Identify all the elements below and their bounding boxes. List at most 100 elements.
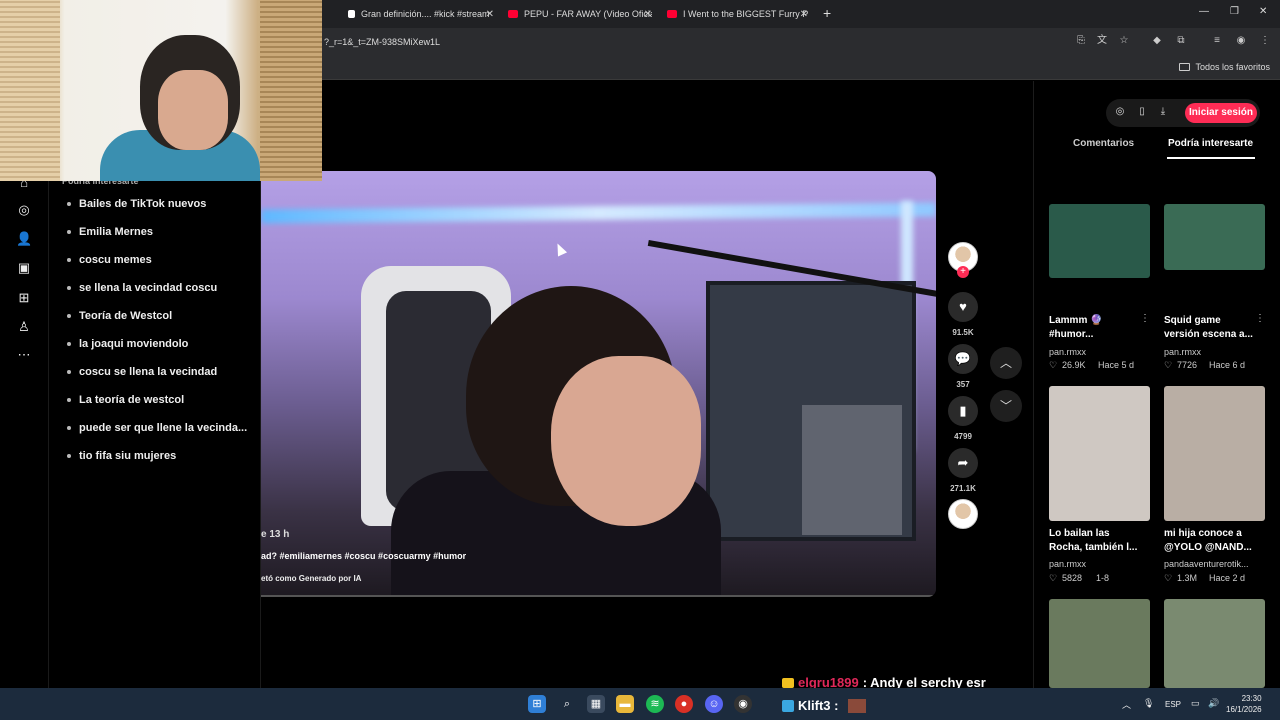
previous-video-button[interactable]: ︿ [990, 347, 1022, 379]
video-thumbnail[interactable] [1049, 386, 1150, 521]
like-count: 91.5K [952, 328, 974, 337]
explore-icon[interactable]: ◎ [16, 202, 32, 218]
live-icon[interactable]: ▣ [16, 260, 32, 276]
close-icon[interactable]: ✕ [644, 9, 652, 20]
obs-icon[interactable]: ◉ [734, 695, 752, 713]
stream-chat-second-line: Klift3 : [782, 698, 867, 713]
download-icon[interactable]: ⤓ [1157, 106, 1169, 117]
card-user[interactable]: pan.rmxx [1164, 347, 1201, 357]
following-icon[interactable]: 👤 [16, 231, 32, 247]
comment-count: 357 [956, 380, 970, 389]
menu-kebab-icon[interactable]: ⋮ [1259, 35, 1271, 47]
profile-icon[interactable]: ◉ [1235, 35, 1247, 47]
suggestion-item[interactable]: Bailes de TikTok nuevos [67, 198, 206, 210]
suggestion-item[interactable]: Teoría de Westcol [67, 310, 172, 322]
video-player[interactable]: e 13 h ad? #emiliamernes #coscu #coscuar… [261, 171, 936, 597]
close-window-icon[interactable]: ✕ [1259, 6, 1267, 17]
video-progress-bar[interactable] [261, 595, 936, 597]
comment-icon: 💬 [954, 351, 972, 366]
more-icon[interactable]: ⋮ [1140, 313, 1150, 324]
suggestion-label: coscu se llena la vecindad [79, 366, 218, 378]
translate-icon[interactable]: 文 [1096, 35, 1108, 47]
login-button[interactable]: Iniciar sesión [1185, 103, 1257, 123]
card-user[interactable]: pan.rmxx [1049, 347, 1086, 357]
more-icon[interactable]: ⋯ [16, 347, 32, 363]
extension-shield-icon[interactable]: ◆ [1151, 35, 1163, 47]
suggestion-item[interactable]: coscu se llena la vecindad [67, 366, 217, 378]
coins-icon[interactable]: ◎ [1114, 106, 1126, 117]
card-title[interactable]: Squid game versión escena a... [1164, 314, 1256, 342]
close-icon[interactable]: ✕ [800, 9, 808, 20]
volume-icon[interactable]: 🔊 [1208, 698, 1219, 709]
more-icon[interactable]: ⋮ [1255, 313, 1265, 324]
card-title[interactable]: mi hija conoce a @YOLO @NAND... [1164, 527, 1256, 555]
card-user[interactable]: pandaaventurerotik... [1164, 559, 1249, 569]
video-thumbnail[interactable] [1164, 204, 1265, 270]
streamer-face [158, 70, 228, 150]
tab-comments[interactable]: Comentarios [1073, 138, 1134, 149]
card-user[interactable]: pan.rmxx [1049, 559, 1086, 569]
tab-title: PEPU - FAR AWAY (Video Oficial [524, 9, 652, 19]
suggestion-item[interactable]: la joaqui moviendolo [67, 338, 188, 350]
suggestion-item[interactable]: Emilia Mernes [67, 226, 153, 238]
clock-date: 16/1/2026 [1226, 705, 1262, 714]
tab-recommended[interactable]: Podría interesarte [1168, 138, 1253, 149]
follow-plus-icon[interactable]: + [957, 266, 969, 278]
start-icon[interactable]: ⊞ [528, 695, 546, 713]
url-text[interactable]: ?_r=1&_t=ZM-938SMiXew1L [324, 37, 440, 47]
profile-icon[interactable]: ♙ [16, 319, 32, 335]
card-heart-icon: ♡ [1164, 360, 1173, 370]
suggestion-item[interactable]: La teoría de westcol [67, 394, 184, 406]
chat-badge-icon [782, 677, 794, 688]
next-video-button[interactable]: ﹀ [990, 390, 1022, 422]
suggestion-label: puede ser que llene la vecinda... [79, 422, 248, 434]
device-icon[interactable]: ▯ [1136, 106, 1148, 117]
microphone-icon[interactable]: 🎙 [1143, 698, 1154, 709]
spotify-icon[interactable]: ≋ [646, 695, 664, 713]
suggestion-label: Bailes de TikTok nuevos [79, 198, 207, 210]
sound-avatar[interactable] [948, 499, 978, 529]
video-thumbnail[interactable] [1049, 599, 1150, 688]
card-likes: 5828 [1062, 573, 1083, 583]
share-button[interactable]: ➦ [948, 448, 978, 478]
all-bookmarks-button[interactable]: Todos los favoritos [1179, 62, 1270, 72]
suggestion-item[interactable]: tio fifa siu mujeres [67, 450, 176, 462]
discord-icon[interactable]: ☺ [705, 695, 723, 713]
tray-chevron-icon[interactable]: ︿ [1122, 698, 1131, 711]
tab-furry-video[interactable]: I Went to the BIGGEST Furry Pa ✕ [667, 4, 808, 24]
upload-icon[interactable]: ⊞ [16, 290, 32, 306]
file-explorer-icon[interactable]: ▬ [616, 695, 634, 713]
new-tab-icon[interactable]: + [823, 5, 831, 21]
minimize-icon[interactable]: — [1199, 6, 1209, 17]
video-thumbnail[interactable] [1049, 204, 1150, 278]
install-app-icon[interactable]: ⎘ [1075, 35, 1087, 47]
video-thumbnail[interactable] [1164, 599, 1265, 688]
video-thumbnail[interactable] [1164, 386, 1265, 521]
store-icon[interactable]: ▦ [587, 695, 605, 713]
like-button[interactable]: ♥ [948, 292, 978, 322]
language-indicator[interactable]: ESP [1165, 700, 1181, 709]
suggestion-item[interactable]: se llena la vecindad coscu [67, 282, 217, 294]
network-icon[interactable]: ▭ [1191, 698, 1200, 709]
tab-kick-stream[interactable]: Gran definición.... #kick #stream ✕ [348, 4, 494, 24]
bookmark-star-icon[interactable]: ☆ [1118, 35, 1130, 47]
card-title[interactable]: Lammm 🔮 #humor... [1049, 314, 1141, 342]
comment-button[interactable]: 💬 [948, 344, 978, 374]
restore-icon[interactable]: ❐ [1230, 6, 1239, 17]
extensions-icon[interactable]: ⧉ [1175, 35, 1187, 47]
card-heart-icon: ♡ [1164, 573, 1173, 583]
card-title[interactable]: Lo bailan las Rocha, también l... [1049, 527, 1141, 555]
reading-list-icon[interactable]: ≡ [1211, 35, 1223, 47]
tab-pepu-far-away[interactable]: PEPU - FAR AWAY (Video Oficial ✕ [508, 4, 652, 24]
search-icon[interactable]: ⌕ [558, 695, 576, 713]
suggestion-label: tio fifa siu mujeres [79, 450, 177, 462]
suggestion-item[interactable]: coscu memes [67, 254, 152, 266]
system-clock[interactable]: 23:30 16/1/2026 [1226, 693, 1262, 715]
card-date: Hace 6 d [1209, 360, 1246, 370]
save-button[interactable]: ▮ [948, 396, 978, 426]
chrome-icon[interactable]: ● [675, 695, 693, 713]
close-icon[interactable]: ✕ [486, 9, 494, 20]
card-heart-icon: ♡ [1049, 360, 1058, 370]
suggestion-item[interactable]: puede ser que llene la vecinda... [67, 422, 247, 434]
suggestion-label: La teoría de westcol [79, 394, 185, 406]
